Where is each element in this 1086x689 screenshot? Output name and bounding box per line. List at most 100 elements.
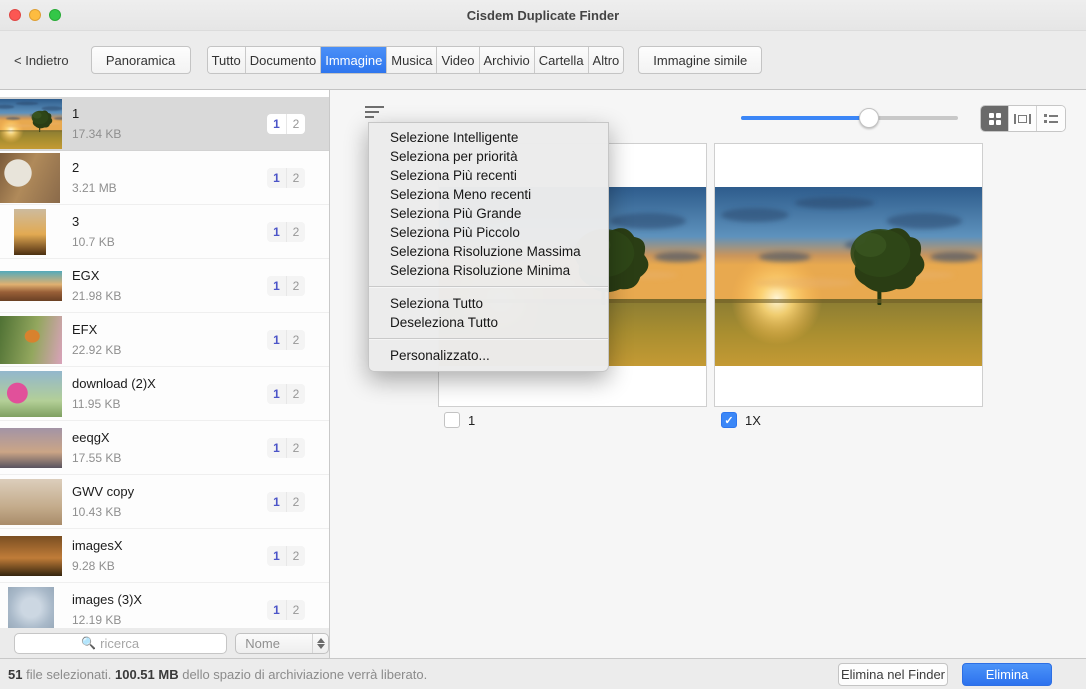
tab-documento[interactable]: Documento <box>246 47 321 73</box>
file-row[interactable]: GWV copy10.43 KB12 <box>0 475 329 529</box>
file-meta: download (2)X11.95 KB <box>72 376 156 411</box>
file-thumbnail <box>0 97 62 151</box>
tab-cartella[interactable]: Cartella <box>535 47 589 73</box>
file-thumbnail <box>0 421 62 475</box>
tab-musica[interactable]: Musica <box>387 47 437 73</box>
back-button[interactable]: < Indietro <box>14 53 69 68</box>
menu-item[interactable]: Selezione Intelligente <box>369 128 608 147</box>
grid-view-button[interactable] <box>981 106 1009 131</box>
file-meta: imagesX9.28 KB <box>72 538 123 573</box>
menu-item[interactable]: Seleziona Tutto <box>369 294 608 313</box>
file-thumbnail <box>0 259 62 313</box>
duplicate-count-badge: 12 <box>267 222 305 242</box>
checkbox-checked[interactable]: ✓ <box>721 412 737 428</box>
file-size: 11.95 KB <box>72 397 156 411</box>
tab-archivio[interactable]: Archivio <box>480 47 535 73</box>
file-size: 21.98 KB <box>72 289 121 303</box>
sidebar: 117.34 KB1223.21 MB12310.7 KB12EGX21.98 … <box>0 90 330 658</box>
menu-item[interactable]: Seleziona Più Grande <box>369 204 608 223</box>
tab-altro[interactable]: Altro <box>589 47 624 73</box>
file-row[interactable]: download (2)X11.95 KB 12 <box>0 367 329 421</box>
file-meta: GWV copy10.43 KB <box>72 484 134 519</box>
duplicate-preview-card[interactable] <box>714 143 983 407</box>
file-size: 17.34 KB <box>72 127 121 141</box>
file-size: 10.7 KB <box>72 235 115 249</box>
file-size: 12.19 KB <box>72 613 142 627</box>
file-thumbnail <box>0 151 62 205</box>
list-view-button[interactable] <box>1037 106 1065 131</box>
window-title: Cisdem Duplicate Finder <box>467 8 619 23</box>
balloons-thumbnail <box>14 209 46 255</box>
beach-thumbnail <box>0 479 62 525</box>
menu-item[interactable]: Seleziona Più recenti <box>369 166 608 185</box>
file-meta: images (3)X 12.19 KB <box>72 592 142 627</box>
badge-total-count: 2 <box>286 114 305 134</box>
duplicate-count-badge: 12 <box>267 384 305 404</box>
file-thumbnail <box>0 475 62 529</box>
checkbox-unchecked[interactable] <box>444 412 460 428</box>
menu-item[interactable]: Personalizzato... <box>369 346 608 365</box>
app-window: Cisdem Duplicate Finder < Indietro Panor… <box>0 0 1086 689</box>
menu-item[interactable]: Deseleziona Tutto <box>369 313 608 332</box>
file-name: 3 <box>72 214 115 229</box>
menu-item[interactable]: Seleziona per priorità <box>369 147 608 166</box>
file-row[interactable]: EFX22.92 KB12 <box>0 313 329 367</box>
reclaim-size: 100.51 MB <box>115 667 179 682</box>
selected-count: 51 <box>8 667 22 682</box>
menu-item[interactable]: Seleziona Risoluzione Minima <box>369 261 608 280</box>
duplicate-count-badge: 12 <box>267 276 305 296</box>
fog-thumbnail <box>8 587 54 629</box>
duplicate-count-badge: 12 <box>267 546 305 566</box>
slider-knob[interactable] <box>859 108 879 128</box>
coast-thumbnail <box>0 271 62 301</box>
selection-menu-button[interactable] <box>365 106 387 122</box>
selection-menu: Selezione IntelligenteSeleziona per prio… <box>368 122 609 372</box>
file-row[interactable]: 117.34 KB12 <box>0 97 329 151</box>
delete-in-finder-button[interactable]: Elimina nel Finder <box>838 663 948 686</box>
file-meta: 117.34 KB <box>72 106 121 141</box>
menu-item[interactable]: Seleziona Più Piccolo <box>369 223 608 242</box>
minimize-window-button[interactable] <box>29 9 41 21</box>
file-meta: EFX22.92 KB <box>72 322 121 357</box>
menu-item[interactable]: Seleziona Meno recenti <box>369 185 608 204</box>
file-name: EFX <box>72 322 121 337</box>
menu-separator <box>369 286 608 288</box>
category-tabs: TuttoDocumentoImmagineMusicaVideoArchivi… <box>207 46 625 74</box>
file-row[interactable]: imagesX9.28 KB 12 <box>0 529 329 583</box>
file-row[interactable]: images (3)X12.19 KB12 <box>0 583 329 628</box>
menu-item[interactable]: Seleziona Risoluzione Massima <box>369 242 608 261</box>
badge-total-count: 2 <box>286 438 305 458</box>
coverflow-icon <box>1014 114 1031 124</box>
delete-button[interactable]: Elimina <box>962 663 1052 686</box>
tab-tutto[interactable]: Tutto <box>208 47 246 73</box>
view-mode-switcher <box>980 105 1066 132</box>
badge-selected-count: 1 <box>267 492 286 512</box>
file-row[interactable]: EGX21.98 KB12 <box>0 259 329 313</box>
file-row[interactable]: eeqgX17.55 KB12 <box>0 421 329 475</box>
badge-total-count: 2 <box>286 222 305 242</box>
file-thumbnail <box>0 583 62 629</box>
badge-selected-count: 1 <box>267 384 286 404</box>
tab-video[interactable]: Video <box>437 47 479 73</box>
stepper-arrows-icon <box>312 634 328 653</box>
zoom-window-button[interactable] <box>49 9 61 21</box>
duplicate-count-badge: 12 <box>267 438 305 458</box>
badge-selected-count: 1 <box>267 438 286 458</box>
overview-button[interactable]: Panoramica <box>91 46 191 74</box>
similar-image-button[interactable]: Immagine simile <box>638 46 762 74</box>
file-size: 10.43 KB <box>72 505 134 519</box>
sort-dropdown[interactable]: Nome <box>235 633 329 654</box>
prayer-thumbnail <box>0 536 62 576</box>
file-row[interactable]: 3 10.7 KB 12 <box>0 205 329 259</box>
pink-thumbnail <box>0 371 62 417</box>
tab-immagine[interactable]: Immagine <box>321 47 387 73</box>
thumbnail-size-slider[interactable] <box>741 116 958 120</box>
coverflow-view-button[interactable] <box>1009 106 1037 131</box>
file-name: images (3)X <box>72 592 142 607</box>
close-window-button[interactable] <box>9 9 21 21</box>
file-row[interactable]: 23.21 MB12 <box>0 151 329 205</box>
file-thumbnail <box>0 205 62 259</box>
search-input[interactable] <box>100 636 160 651</box>
search-field[interactable]: 🔍 <box>14 633 227 654</box>
title-bar: Cisdem Duplicate Finder <box>0 0 1086 31</box>
